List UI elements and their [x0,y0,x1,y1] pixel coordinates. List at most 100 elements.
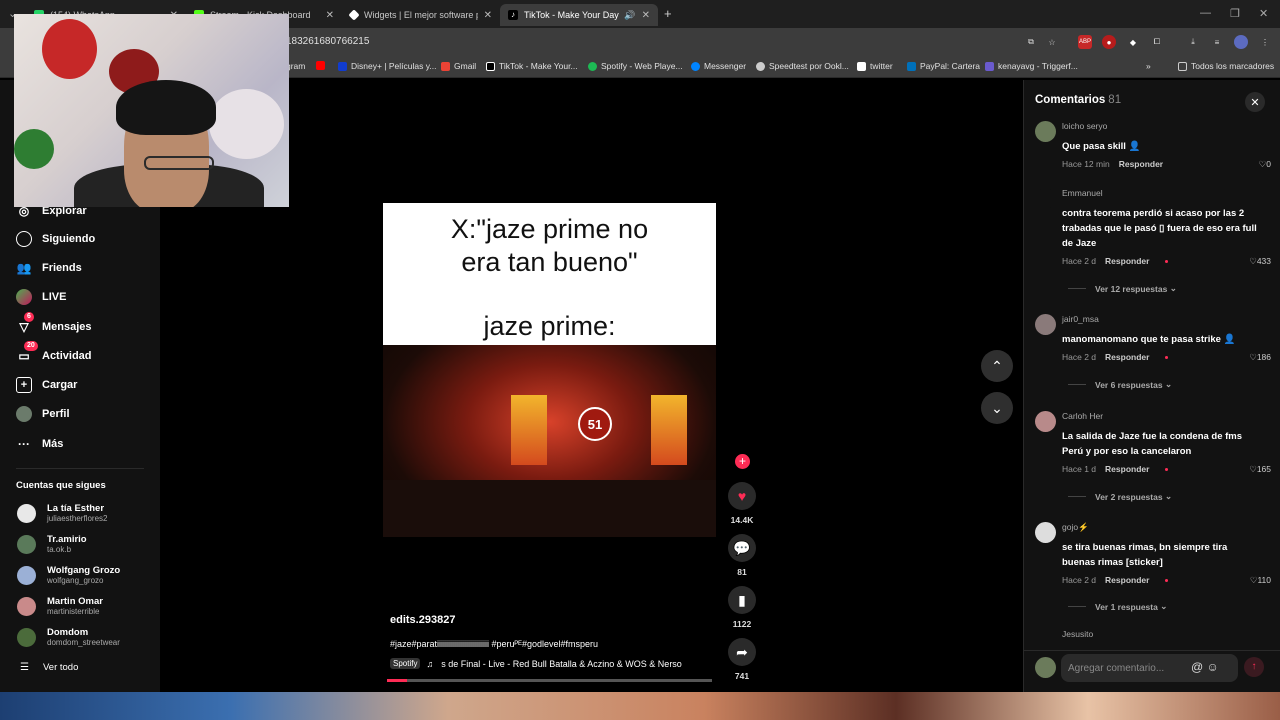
comment-count: 81 [737,567,747,577]
send-comment-button[interactable]: ↑ [1244,657,1264,677]
browser-menu-icon[interactable]: ⋮ [1258,35,1272,49]
new-tab-button[interactable]: + [664,6,672,21]
url-field[interactable]: 183261680766215 [286,36,369,47]
follow-plus-button[interactable]: + [735,454,750,469]
share-icon[interactable]: ➦ [728,638,756,666]
share-action[interactable]: ➦ 741 [728,638,756,681]
nav-item-siguiendo[interactable]: Siguiendo [16,231,95,247]
comment-like-button[interactable]: ♡433 [1249,256,1271,267]
bookmark-item[interactable]: TikTok - Make Your... [486,61,578,71]
reply-button[interactable]: Responder [1105,256,1149,266]
followed-account[interactable]: Tr.amirio ta.ok.b [17,534,87,555]
window-close-icon[interactable]: ✕ [1259,7,1268,20]
adblock-icon[interactable]: ABP [1078,35,1092,49]
followed-account[interactable]: La tía Esther juliaestherflores2 [17,503,107,524]
close-icon[interactable]: ✕ [642,10,650,21]
bookmarks-overflow-icon[interactable]: » [1146,61,1151,71]
video-music[interactable]: Spotify ♫ s de Final - Live - Red Bull B… [390,658,710,669]
bookmark-icon[interactable]: ▮ [728,586,756,614]
comment-like-button[interactable]: ♡110 [1250,575,1271,586]
nav-item-cargar[interactable]: + Cargar [16,377,77,393]
bookmark-item[interactable]: Spotify - Web Playe... [588,61,683,71]
nav-item-mensajes[interactable]: ▽ 6 Mensajes [16,312,92,335]
video-progress-bar[interactable] [387,679,712,682]
avatar [17,504,36,523]
reply-button[interactable]: Responder [1119,159,1163,169]
comment-username[interactable]: Emmanuel [1062,188,1103,198]
screen-cast-icon[interactable]: ⧉ [1024,35,1038,49]
heart-icon[interactable]: ♥ [728,482,756,510]
nav-item-friends[interactable]: 👥 Friends [16,260,82,276]
bookmark-item[interactable] [316,61,329,70]
close-icon[interactable]: ✕ [326,10,334,21]
extension-diamond-icon[interactable]: ◆ [1126,35,1140,49]
bookmark-item[interactable]: Messenger [691,61,746,71]
spotify-tag: Spotify [390,658,421,669]
video-hashtags[interactable]: #jaze#paratiiiiiiiiiiiiiiiiiiiiiiiiii #p… [390,639,598,649]
mention-icon[interactable]: @ [1191,660,1203,674]
like-action[interactable]: ♥ 14.4K [728,482,756,525]
profile-avatar-icon[interactable] [1234,35,1248,49]
comment-username[interactable]: Jesusito [1062,629,1093,639]
view-replies-button[interactable]: Ver 12 respuestas ⌄ [1068,283,1177,294]
emoji-icon[interactable]: ☺ [1207,660,1219,674]
tab-tiktok[interactable]: ♪ TikTok - Make Your Day 🔊 ✕ [500,4,658,26]
nav-item-live[interactable]: LIVE [16,289,66,305]
avatar[interactable] [1035,314,1056,335]
comment-like-button[interactable]: ♡165 [1249,464,1271,475]
comment-username[interactable]: Carloh Her [1062,411,1103,421]
followed-account[interactable]: Domdom domdom_streetwear [17,627,120,648]
view-replies-button[interactable]: Ver 1 respuesta ⌄ [1068,601,1167,612]
music-note-icon: ♫ [426,658,434,669]
tab-widgets[interactable]: Widgets | El mejor software pa ✕ [342,4,500,26]
bookmark-item[interactable]: twitter [857,61,893,71]
previous-video-button[interactable]: ⌃ [981,350,1013,382]
video-player[interactable]: X:"jaze prime no era tan bueno" jaze pri… [383,203,716,537]
comment-icon[interactable]: 💬 [728,534,756,562]
bookmark-item[interactable]: PayPal: Cartera [907,61,980,71]
avatar[interactable] [1035,522,1056,543]
comment-username[interactable]: loicho seryo [1062,121,1107,131]
reply-button[interactable]: Responder [1105,575,1149,585]
video-author[interactable]: edits.293827 [390,614,455,626]
bookmark-star-icon[interactable]: ☆ [1045,35,1059,49]
reply-button[interactable]: Responder [1105,352,1149,362]
comment-like-button[interactable]: ♡186 [1249,352,1271,363]
speaker-icon[interactable]: 🔊 [624,10,635,21]
nav-item-actividad[interactable]: ▭ 20 Actividad [16,341,92,364]
avatar [17,566,36,585]
next-video-button[interactable]: ⌄ [981,392,1013,424]
avatar[interactable] [1035,121,1056,142]
view-replies-button[interactable]: Ver 2 respuestas ⌄ [1068,491,1172,502]
comment-action[interactable]: 💬 81 [728,534,756,577]
avatar[interactable] [1035,188,1056,209]
comment-text: manomanomano que te pasa strike 👤 [1062,334,1236,345]
comment-username[interactable]: gojo⚡ [1062,522,1089,533]
media-control-icon[interactable]: ≡ [1210,35,1224,49]
nav-item-perfil[interactable]: Perfil [16,406,70,422]
save-action[interactable]: ▮ 1122 [728,586,756,629]
minimize-icon[interactable]: — [1200,7,1211,19]
view-replies-button[interactable]: Ver 6 respuestas ⌄ [1068,379,1172,390]
nav-item-mas[interactable]: ··· Más [16,436,63,452]
restore-icon[interactable]: ❐ [1230,7,1240,20]
bookmark-item[interactable]: Disney+ | Películas y... [338,61,436,71]
comment-text: se tira buenas rimas, bn siempre tira bu… [1062,542,1228,568]
extensions-puzzle-icon[interactable]: ⧠ [1150,35,1164,49]
comment-like-button[interactable]: ♡0 [1259,159,1271,170]
messages-badge: 6 [24,312,34,322]
avatar[interactable] [1035,411,1056,432]
extension-record-icon[interactable]: ● [1102,35,1116,49]
bookmark-item[interactable]: Speedtest por Ookl... [756,61,849,71]
bookmark-item[interactable]: kenayavg - Triggerf... [985,61,1078,71]
followed-account[interactable]: Wolfgang Grozo wolfgang_grozo [17,565,120,586]
see-all-button[interactable]: ☰ Ver todo [20,662,78,673]
all-bookmarks-button[interactable]: Todos los marcadores [1178,61,1274,71]
comment-username[interactable]: jair0_msa [1062,314,1099,324]
reply-button[interactable]: Responder [1105,464,1149,474]
download-icon[interactable]: ⤓ [1186,35,1200,49]
close-icon[interactable]: ✕ [484,10,492,21]
close-comments-button[interactable]: ✕ [1245,92,1265,112]
bookmark-item[interactable]: Gmail [441,61,476,71]
followed-account[interactable]: Martin Omar martinisterrible [17,596,103,617]
